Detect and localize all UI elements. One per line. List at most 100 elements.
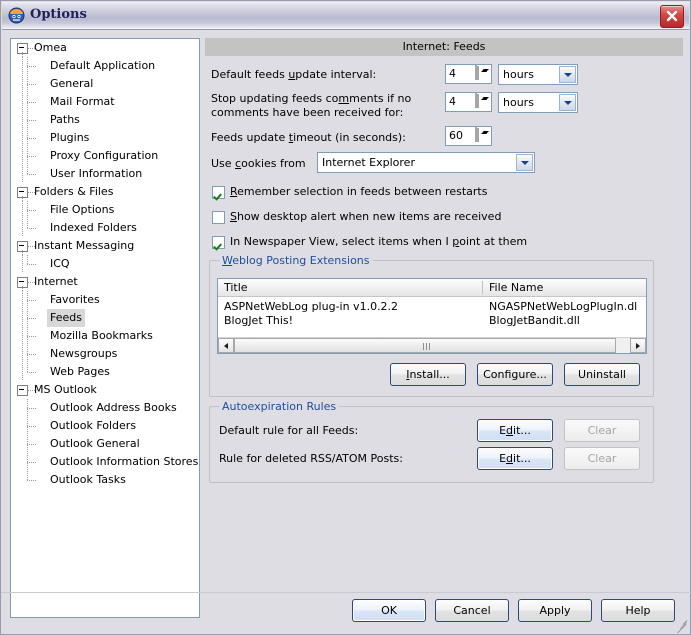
tree-connector xyxy=(22,129,23,147)
tree-connector xyxy=(27,138,36,139)
column-header-title[interactable]: Title xyxy=(218,279,248,297)
cookies-source-combo[interactable]: Internet Explorer xyxy=(317,152,535,173)
settings-panel: Internet: Feeds Default feeds update int… xyxy=(205,38,683,581)
checkbox-box[interactable] xyxy=(212,236,225,249)
install-button[interactable]: Install... xyxy=(390,363,466,386)
sidebar-item-outlook-general[interactable]: Outlook General xyxy=(11,435,199,453)
sidebar-item-label: Outlook Tasks xyxy=(50,473,126,486)
sidebar-item-user-information[interactable]: User Information xyxy=(11,165,199,183)
update-timeout-spinner[interactable]: 60 xyxy=(445,126,492,146)
sidebar-item-outlook-folders[interactable]: Outlook Folders xyxy=(11,417,199,435)
stop-comments-unit-combo[interactable]: hours xyxy=(498,92,578,113)
sidebar-item-internet[interactable]: Internet xyxy=(11,273,199,291)
tree-expander-icon[interactable] xyxy=(17,385,28,396)
tree-connector xyxy=(27,372,36,373)
sidebar-item-label: Outlook Folders xyxy=(50,419,137,432)
edit-default-rule-button[interactable]: Edit... xyxy=(477,419,553,442)
sidebar-item-folders-files[interactable]: Folders & Files xyxy=(11,183,199,201)
edit-deleted-posts-rule-button[interactable]: Edit... xyxy=(477,447,553,470)
title-bar: Options xyxy=(2,2,689,30)
sidebar-item-mozilla-bookmarks[interactable]: Mozilla Bookmarks xyxy=(11,327,199,345)
weblog-extensions-list[interactable]: Title File Name ASPNetWebLog plug-in v1.… xyxy=(217,278,647,354)
sidebar-item-indexed-folders[interactable]: Indexed Folders xyxy=(11,219,199,237)
tree-connector xyxy=(27,336,36,337)
sidebar-item-outlook-address-books[interactable]: Outlook Address Books xyxy=(11,399,199,417)
sidebar-item-omea[interactable]: Omea xyxy=(11,39,199,57)
list-header[interactable]: Title File Name xyxy=(218,279,646,297)
tree-connector xyxy=(27,156,36,157)
chevron-down-icon[interactable] xyxy=(516,154,533,171)
checkbox-box[interactable] xyxy=(212,186,225,199)
spin-down-icon[interactable] xyxy=(477,66,489,80)
tree-connector xyxy=(27,300,36,301)
close-icon[interactable] xyxy=(660,5,684,28)
tree-connector xyxy=(27,210,36,211)
clear-deleted-posts-rule-button[interactable]: Clear xyxy=(564,447,640,470)
stop-comments-value: 4 xyxy=(449,95,456,108)
group-legend: Autoexpiration Rules xyxy=(219,400,340,413)
update-timeout-label: Feeds update timeout (in seconds): xyxy=(211,131,406,144)
scroll-right-icon[interactable] xyxy=(630,338,646,353)
tree-connector xyxy=(28,48,35,49)
cancel-button[interactable]: Cancel xyxy=(435,599,509,622)
ok-button[interactable]: OK xyxy=(352,599,426,622)
scrollbar-thumb[interactable] xyxy=(234,338,616,353)
tree-connector xyxy=(28,390,35,391)
settings-tree[interactable]: Omea Default Application General Mail Forma… xyxy=(10,38,200,618)
tree-connector xyxy=(28,192,35,193)
sidebar-item-plugins[interactable]: Plugins xyxy=(11,129,199,147)
sidebar-item-web-pages[interactable]: Web Pages xyxy=(11,363,199,381)
checkbox-box[interactable] xyxy=(212,211,225,224)
chevron-down-icon[interactable] xyxy=(559,66,576,83)
scroll-left-icon[interactable] xyxy=(218,338,234,353)
spin-down-icon[interactable] xyxy=(477,94,489,108)
sidebar-item-file-options[interactable]: File Options xyxy=(11,201,199,219)
options-dialog: Options Omea Default Application General Ma… xyxy=(0,0,691,635)
cookies-label: Use cookies from xyxy=(211,157,306,170)
sidebar-item-label: ICQ xyxy=(50,257,70,270)
table-row[interactable]: BlogJet This! BlogJetBandit.dll xyxy=(218,314,646,328)
horizontal-scrollbar[interactable] xyxy=(218,337,646,353)
sidebar-item-label: Proxy Configuration xyxy=(50,149,159,162)
sidebar-item-favorites[interactable]: Favorites xyxy=(11,291,199,309)
tree-connector xyxy=(22,57,23,75)
tree-connector xyxy=(22,219,23,237)
sidebar-item-label: Default Application xyxy=(50,59,156,72)
resize-grip-icon[interactable] xyxy=(675,620,688,634)
update-interval-spinner[interactable]: 4 xyxy=(445,64,492,84)
tree-connector xyxy=(22,111,23,129)
help-button[interactable]: Help xyxy=(601,599,675,622)
sidebar-item-proxy-configuration[interactable]: Proxy Configuration xyxy=(11,147,199,165)
sidebar-item-default-application[interactable]: Default Application xyxy=(11,57,199,75)
sidebar-item-icq[interactable]: ICQ xyxy=(11,255,199,273)
clear-default-rule-button[interactable]: Clear xyxy=(564,419,640,442)
spin-down-icon[interactable] xyxy=(477,128,489,142)
sidebar-item-ms-outlook[interactable]: MS Outlook xyxy=(11,381,199,399)
column-header-file-name[interactable]: File Name xyxy=(483,279,543,297)
sidebar-item-outlook-information-stores[interactable]: Outlook Information Stores xyxy=(11,453,199,471)
table-row[interactable]: ASPNetWebLog plug-in v1.0.2.2 NGASPNetWe… xyxy=(218,300,646,314)
sidebar-item-instant-messaging[interactable]: Instant Messaging xyxy=(11,237,199,255)
sidebar-item-label: Instant Messaging xyxy=(34,239,135,252)
sidebar-item-newsgroups[interactable]: Newsgroups xyxy=(11,345,199,363)
tree-connector xyxy=(27,102,36,103)
sidebar-item-paths[interactable]: Paths xyxy=(11,111,199,129)
apply-button[interactable]: Apply xyxy=(518,599,592,622)
stop-comments-spin-buttons[interactable] xyxy=(475,93,490,110)
sidebar-item-general[interactable]: General xyxy=(11,75,199,93)
update-timeout-spin-buttons[interactable] xyxy=(475,127,490,144)
update-interval-spin-buttons[interactable] xyxy=(475,65,490,82)
sidebar-item-mail-format[interactable]: Mail Format xyxy=(11,93,199,111)
uninstall-button[interactable]: Uninstall xyxy=(564,363,640,386)
window-title: Options xyxy=(30,7,87,22)
default-rule-label: Default rule for all Feeds: xyxy=(219,424,359,437)
tree-connector xyxy=(27,408,36,409)
sidebar-item-outlook-tasks[interactable]: Outlook Tasks xyxy=(11,471,199,489)
configure-button[interactable]: Configure... xyxy=(477,363,553,386)
update-interval-unit-combo[interactable]: hours xyxy=(498,64,578,85)
chevron-down-icon[interactable] xyxy=(559,94,576,111)
sidebar-item-feeds[interactable]: Feeds xyxy=(11,309,199,327)
stop-comments-spinner[interactable]: 4 xyxy=(445,92,492,112)
sidebar-item-label: Mail Format xyxy=(50,95,115,108)
autoexpiration-rules-group: Autoexpiration Rules xyxy=(209,400,654,483)
